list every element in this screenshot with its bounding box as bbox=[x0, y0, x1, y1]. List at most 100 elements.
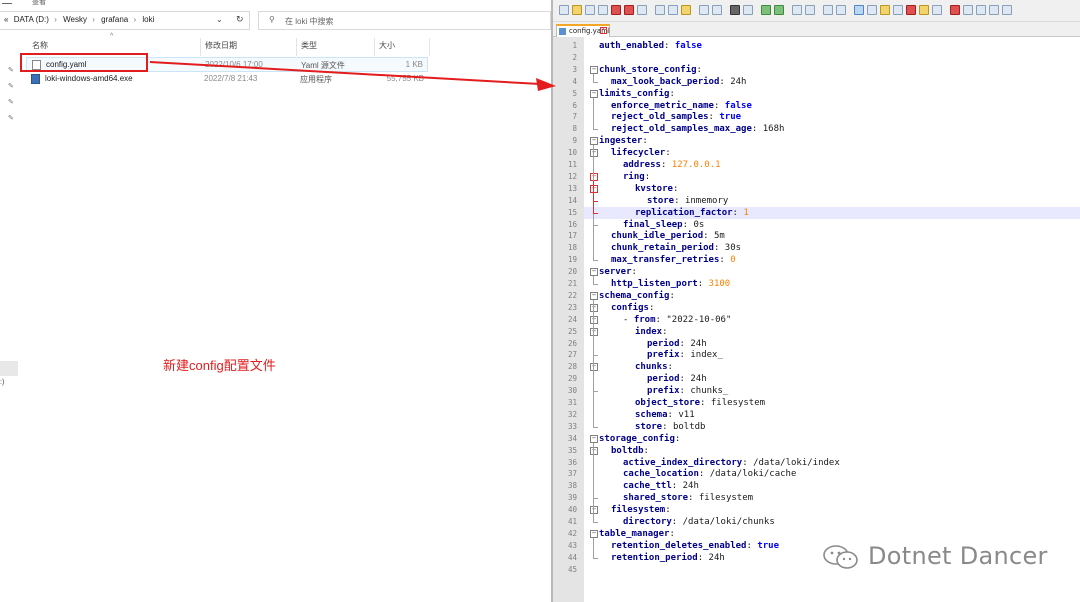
code-line[interactable]: directory: /data/loki/chunks bbox=[623, 516, 775, 528]
folder-workspace-icon[interactable] bbox=[906, 5, 916, 15]
code-line[interactable]: schema_config: bbox=[599, 290, 675, 302]
code-line[interactable]: index: bbox=[635, 326, 668, 338]
fold-toggle-icon[interactable]: − bbox=[590, 446, 598, 455]
open-file-icon[interactable] bbox=[572, 5, 582, 15]
column-divider[interactable] bbox=[200, 38, 201, 56]
stop-macro-icon[interactable] bbox=[963, 5, 973, 15]
code-line[interactable]: boltdb: bbox=[611, 445, 649, 457]
code-line[interactable]: object_store: filesystem bbox=[635, 397, 765, 409]
doc-map-icon[interactable] bbox=[880, 5, 890, 15]
pin-icon[interactable]: ✎ bbox=[8, 98, 14, 106]
code-line[interactable]: shared_store: filesystem bbox=[623, 492, 753, 504]
back-arrow-icon[interactable] bbox=[2, 0, 12, 4]
code-line[interactable]: chunk_store_config: bbox=[599, 64, 702, 76]
code-line[interactable]: store: inmemory bbox=[647, 195, 728, 207]
code-line[interactable]: max_look_back_period: 24h bbox=[611, 76, 746, 88]
fold-toggle-icon[interactable]: − bbox=[590, 137, 598, 146]
code-line[interactable]: ring: bbox=[623, 171, 650, 183]
code-line[interactable]: max_transfer_retries: 0 bbox=[611, 254, 736, 266]
breadcrumb-item-wesky[interactable]: Wesky bbox=[63, 15, 87, 24]
column-header-name[interactable]: 名称 bbox=[32, 40, 48, 51]
sync-horizontal-icon[interactable] bbox=[805, 5, 815, 15]
record-macro-icon[interactable] bbox=[950, 5, 960, 15]
fold-toggle-icon[interactable]: − bbox=[590, 291, 598, 300]
code-line[interactable]: store: boltdb bbox=[635, 421, 705, 433]
copy-icon[interactable] bbox=[668, 5, 678, 15]
fold-toggle-icon[interactable]: − bbox=[590, 303, 598, 312]
pin-icon[interactable]: ✎ bbox=[8, 82, 14, 90]
code-line[interactable]: period: 24h bbox=[647, 338, 707, 350]
code-line[interactable]: - from: "2022-10-06" bbox=[623, 314, 731, 326]
code-line[interactable]: reject_old_samples_max_age: 168h bbox=[611, 123, 784, 135]
ribbon-view-label[interactable]: 查看 bbox=[32, 0, 46, 7]
chevron-down-icon[interactable]: ⌄ bbox=[216, 15, 223, 24]
save-all-icon[interactable] bbox=[598, 5, 608, 15]
sync-vertical-icon[interactable] bbox=[792, 5, 802, 15]
nav-item-label[interactable]: :) bbox=[0, 379, 4, 386]
code-line[interactable]: auth_enabled: false bbox=[599, 40, 702, 52]
fold-toggle-icon[interactable]: − bbox=[590, 65, 598, 74]
zoom-out-icon[interactable] bbox=[774, 5, 784, 15]
fold-toggle-icon[interactable]: − bbox=[590, 184, 598, 193]
code-line[interactable]: prefix: index_ bbox=[647, 349, 723, 361]
preview-icon[interactable] bbox=[932, 5, 942, 15]
show-all-chars-icon[interactable] bbox=[836, 5, 846, 15]
save-icon[interactable] bbox=[585, 5, 595, 15]
close-file-icon[interactable] bbox=[611, 5, 621, 15]
column-header-date[interactable]: 修改日期 bbox=[205, 40, 237, 51]
code-line[interactable]: final_sleep: 0s bbox=[623, 219, 704, 231]
code-line[interactable]: kvstore: bbox=[635, 183, 678, 195]
code-line[interactable]: configs: bbox=[611, 302, 654, 314]
column-divider[interactable] bbox=[374, 38, 375, 56]
fold-toggle-icon[interactable]: − bbox=[590, 434, 598, 443]
fold-toggle-icon[interactable]: − bbox=[590, 363, 598, 372]
code-line[interactable]: schema: v11 bbox=[635, 409, 695, 421]
breadcrumb-item-grafana[interactable]: grafana bbox=[101, 15, 128, 24]
print-icon[interactable] bbox=[637, 5, 647, 15]
code-line[interactable]: chunk_idle_period: 5m bbox=[611, 230, 725, 242]
code-line[interactable]: filesystem: bbox=[611, 504, 671, 516]
code-line[interactable]: server: bbox=[599, 266, 637, 278]
code-line[interactable]: ingester: bbox=[599, 135, 648, 147]
play-macro-icon[interactable] bbox=[976, 5, 986, 15]
replace-icon[interactable] bbox=[743, 5, 753, 15]
fold-toggle-icon[interactable]: − bbox=[590, 327, 598, 336]
code-line[interactable]: chunks: bbox=[635, 361, 673, 373]
code-line[interactable]: address: 127.0.0.1 bbox=[623, 159, 721, 171]
address-bar[interactable]: « DATA (D:) › Wesky › grafana › loki ⌄ ↻ bbox=[0, 11, 250, 30]
fold-toggle-icon[interactable]: − bbox=[590, 506, 598, 515]
new-file-icon[interactable] bbox=[559, 5, 569, 15]
code-line[interactable]: period: 24h bbox=[647, 373, 707, 385]
close-icon[interactable]: × bbox=[600, 27, 607, 34]
code-line[interactable]: retention_period: 24h bbox=[611, 552, 725, 564]
fold-toggle-icon[interactable]: − bbox=[590, 89, 598, 98]
nav-item-selected[interactable] bbox=[0, 361, 18, 376]
column-divider[interactable] bbox=[296, 38, 297, 56]
pin-icon[interactable]: ✎ bbox=[8, 66, 14, 74]
code-line[interactable]: cache_ttl: 24h bbox=[623, 480, 699, 492]
run-macro-multiple-icon[interactable] bbox=[989, 5, 999, 15]
save-macro-icon[interactable] bbox=[1002, 5, 1012, 15]
tab-config-yaml[interactable]: config.yaml × bbox=[556, 24, 610, 37]
code-line[interactable]: prefix: chunks_ bbox=[647, 385, 728, 397]
zoom-in-icon[interactable] bbox=[761, 5, 771, 15]
indent-guide-icon[interactable] bbox=[854, 5, 864, 15]
breadcrumb-overflow[interactable]: « bbox=[4, 15, 8, 24]
file-row-loki-exe[interactable]: loki-windows-amd64.exe 2022/7/8 21:43 应用… bbox=[26, 72, 428, 87]
find-icon[interactable] bbox=[730, 5, 740, 15]
breadcrumb-item-drive[interactable]: DATA (D:) bbox=[14, 15, 49, 24]
code-line[interactable]: replication_factor: 1 bbox=[635, 207, 749, 219]
column-header-type[interactable]: 类型 bbox=[301, 40, 317, 51]
breadcrumb-item-loki[interactable]: loki bbox=[142, 15, 154, 24]
code-line[interactable]: cache_location: /data/loki/cache bbox=[623, 468, 796, 480]
function-list-icon[interactable] bbox=[893, 5, 903, 15]
code-line[interactable]: enforce_metric_name: false bbox=[611, 100, 752, 112]
pin-icon[interactable]: ✎ bbox=[8, 114, 14, 122]
cut-icon[interactable] bbox=[655, 5, 665, 15]
code-line[interactable]: http_listen_port: 3100 bbox=[611, 278, 730, 290]
fold-toggle-icon[interactable]: − bbox=[590, 172, 598, 181]
column-header-size[interactable]: 大小 bbox=[379, 40, 395, 51]
code-line[interactable]: chunk_retain_period: 30s bbox=[611, 242, 741, 254]
fold-toggle-icon[interactable]: − bbox=[590, 315, 598, 324]
search-input[interactable]: ⚲ 在 loki 中搜索 bbox=[258, 11, 551, 30]
